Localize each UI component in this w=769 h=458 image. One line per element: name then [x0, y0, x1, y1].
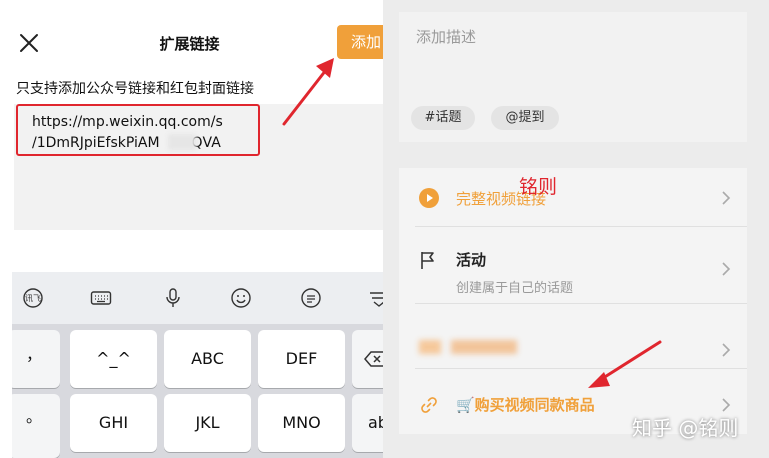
key-def[interactable]: DEF [258, 330, 345, 388]
key-ghi[interactable]: GHI [70, 394, 157, 452]
link-icon [421, 397, 437, 413]
emoji-icon[interactable] [230, 287, 252, 309]
blurred-label [451, 340, 517, 354]
link-hint: 只支持添加公众号链接和红包封面链接 [16, 81, 254, 97]
keyboard: 讯飞 ， 。 ^_^ ABC DEF GHI JKL MNO ab [12, 272, 383, 458]
list-item-activity[interactable]: 活动 创建属于自己的话题 [399, 227, 747, 303]
period-key[interactable]: 。 [12, 394, 60, 458]
chevron-right-icon [721, 190, 731, 206]
key-edge[interactable]: ab [352, 394, 383, 452]
chevron-right-icon [721, 261, 731, 277]
key-mno[interactable]: MNO [258, 394, 345, 452]
backspace-key[interactable] [352, 330, 383, 388]
watermark: 知乎 @铭则 [632, 416, 739, 440]
bubble-icon[interactable] [300, 287, 322, 309]
key-abc[interactable]: ABC [164, 330, 251, 388]
post-settings-panel: #话题 @提到 完整视频链接 活动 创建属于自己的话题 🛒购买视频同款商品 [383, 0, 769, 458]
add-button[interactable]: 添加 [337, 25, 383, 59]
page-title: 扩展链接 [159, 35, 220, 53]
list-item-full-video[interactable]: 完整视频链接 [399, 168, 747, 226]
collapse-icon[interactable] [368, 287, 383, 309]
keyboard-icon[interactable] [90, 287, 112, 309]
keyboard-toolbar: 讯飞 [12, 272, 383, 324]
list-item-label: 🛒购买视频同款商品 [456, 396, 595, 414]
chevron-right-icon [721, 342, 731, 358]
pinyin-logo-icon[interactable]: 讯飞 [22, 287, 44, 309]
mention-chip[interactable]: @提到 [491, 106, 559, 130]
description-placeholder: 添加描述 [416, 28, 477, 46]
list-item-blurred[interactable] [399, 304, 747, 368]
list-item-label: 活动 [456, 251, 487, 269]
author-annotation: 铭则 [519, 176, 558, 198]
comma-key[interactable]: ， [12, 330, 60, 388]
settings-list: 完整视频链接 活动 创建属于自己的话题 🛒购买视频同款商品 [399, 168, 747, 434]
topic-chip[interactable]: #话题 [411, 106, 475, 130]
key-emoticon[interactable]: ^_^ [70, 330, 157, 388]
key-jkl[interactable]: JKL [164, 394, 251, 452]
blurred-icon [419, 340, 441, 354]
extension-link-panel: 扩展链接 添加 只支持添加公众号链接和红包封面链接 https://mp.wei… [0, 0, 383, 458]
backspace-icon [364, 351, 383, 367]
chevron-right-icon [721, 397, 731, 413]
microphone-icon[interactable] [162, 287, 184, 309]
list-item-sublabel: 创建属于自己的话题 [456, 281, 574, 296]
link-highlight-box [16, 104, 260, 156]
flag-icon [421, 252, 434, 269]
play-icon [419, 188, 439, 208]
svg-text:讯飞: 讯飞 [25, 294, 41, 303]
